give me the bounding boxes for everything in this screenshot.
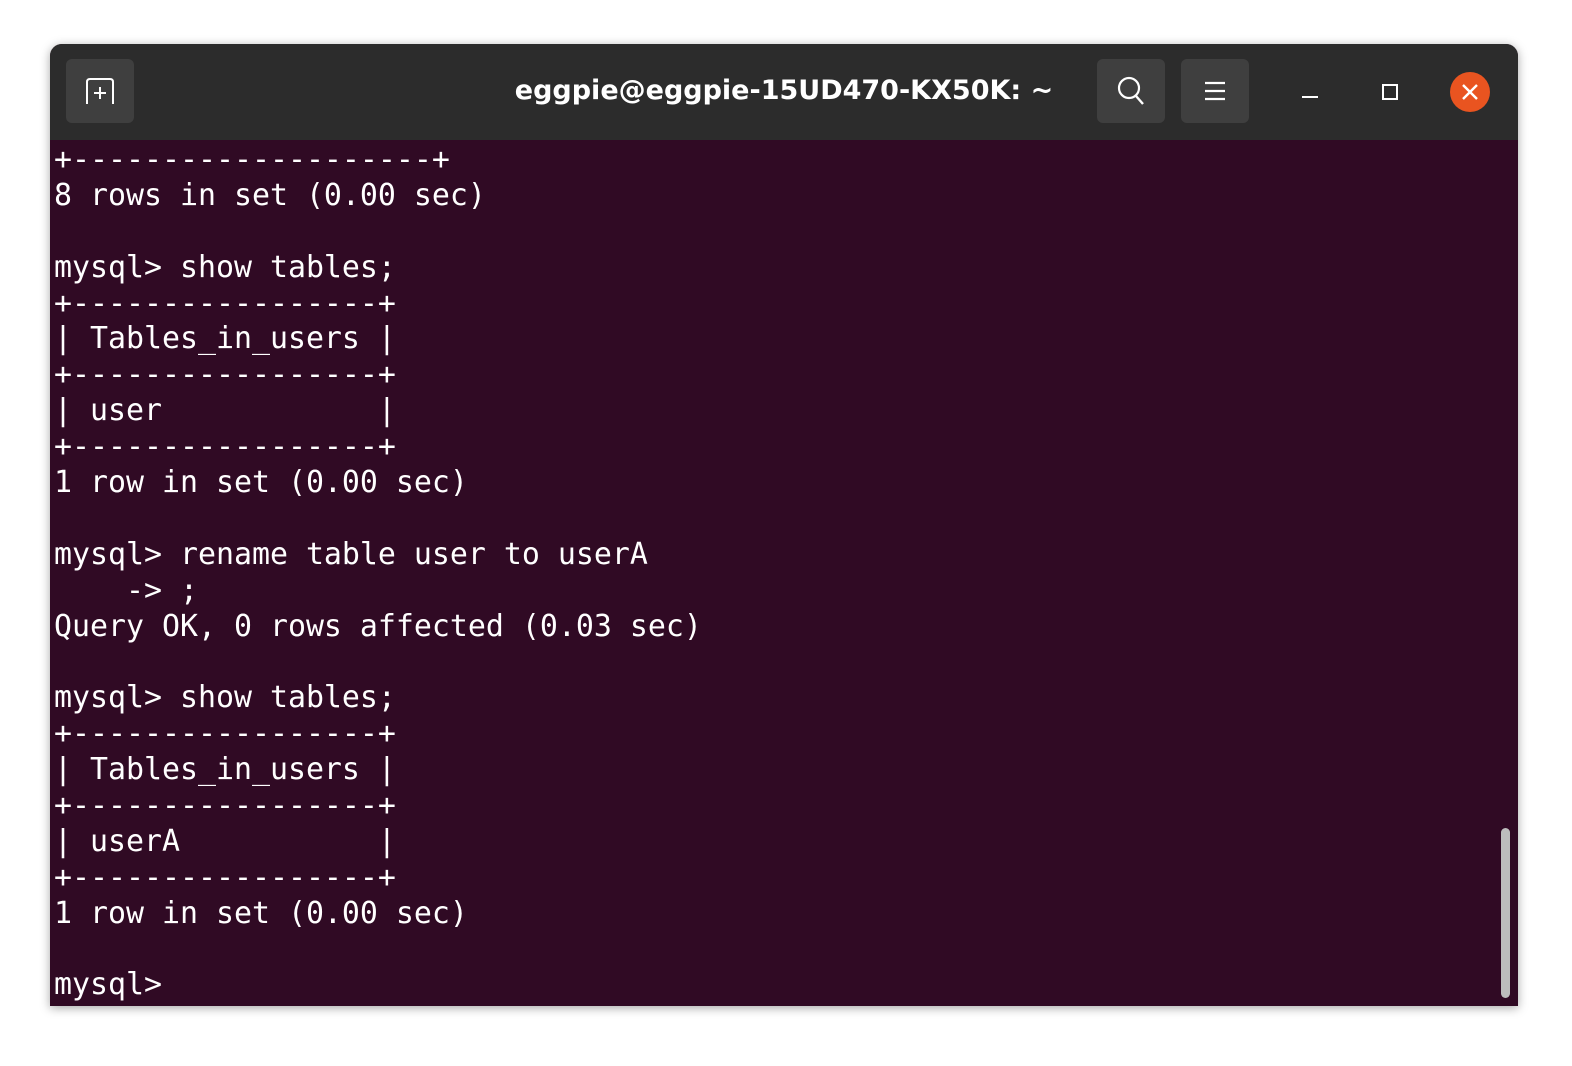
terminal-line: 1 row in set (0.00 sec) bbox=[54, 465, 468, 501]
terminal-line: +-----------------+ bbox=[54, 788, 396, 824]
scrollbar[interactable] bbox=[1501, 828, 1510, 998]
title-bar: eggpie@eggpie-15UD470-KX50K: ~ bbox=[50, 44, 1518, 140]
close-button[interactable] bbox=[1450, 72, 1490, 112]
terminal-line: +-----------------+ bbox=[54, 285, 396, 321]
minimize-button[interactable] bbox=[1290, 72, 1330, 112]
search-icon bbox=[1117, 76, 1144, 105]
terminal-line: +-----------------+ bbox=[54, 429, 396, 465]
terminal-line: 1 row in set (0.00 sec) bbox=[54, 895, 468, 931]
terminal-line: +-----------------+ bbox=[54, 357, 396, 393]
terminal-line: +--------------------+ bbox=[54, 142, 450, 177]
close-icon bbox=[1462, 84, 1478, 100]
menu-button[interactable] bbox=[1181, 59, 1249, 123]
terminal-window: eggpie@eggpie-15UD470-KX50K: ~ +--------… bbox=[50, 44, 1518, 1006]
terminal-line: +-----------------+ bbox=[54, 859, 396, 895]
terminal-line: -> ; bbox=[54, 572, 198, 608]
maximize-icon bbox=[1382, 84, 1398, 100]
terminal-line: mysql> show tables; bbox=[54, 249, 396, 285]
terminal-line: mysql> bbox=[54, 967, 180, 1003]
terminal-line: Query OK, 0 rows affected (0.03 sec) bbox=[54, 608, 702, 644]
terminal-line: mysql> show tables; bbox=[54, 680, 396, 716]
maximize-button[interactable] bbox=[1370, 72, 1410, 112]
terminal-line: | userA | bbox=[54, 823, 396, 859]
hamburger-menu-icon bbox=[1205, 81, 1225, 101]
terminal-line: mysql> rename table user to userA bbox=[54, 536, 648, 572]
terminal-line: | Tables_in_users | bbox=[54, 752, 396, 788]
terminal-line: +-----------------+ bbox=[54, 716, 396, 752]
terminal-line: | Tables_in_users | bbox=[54, 321, 396, 357]
search-button[interactable] bbox=[1097, 59, 1165, 123]
terminal-output[interactable]: +--------------------+ 8 rows in set (0.0… bbox=[54, 142, 1518, 1006]
terminal-line: 8 rows in set (0.00 sec) bbox=[54, 177, 486, 213]
terminal-line: | user | bbox=[54, 393, 396, 429]
minimize-icon bbox=[1302, 96, 1318, 98]
